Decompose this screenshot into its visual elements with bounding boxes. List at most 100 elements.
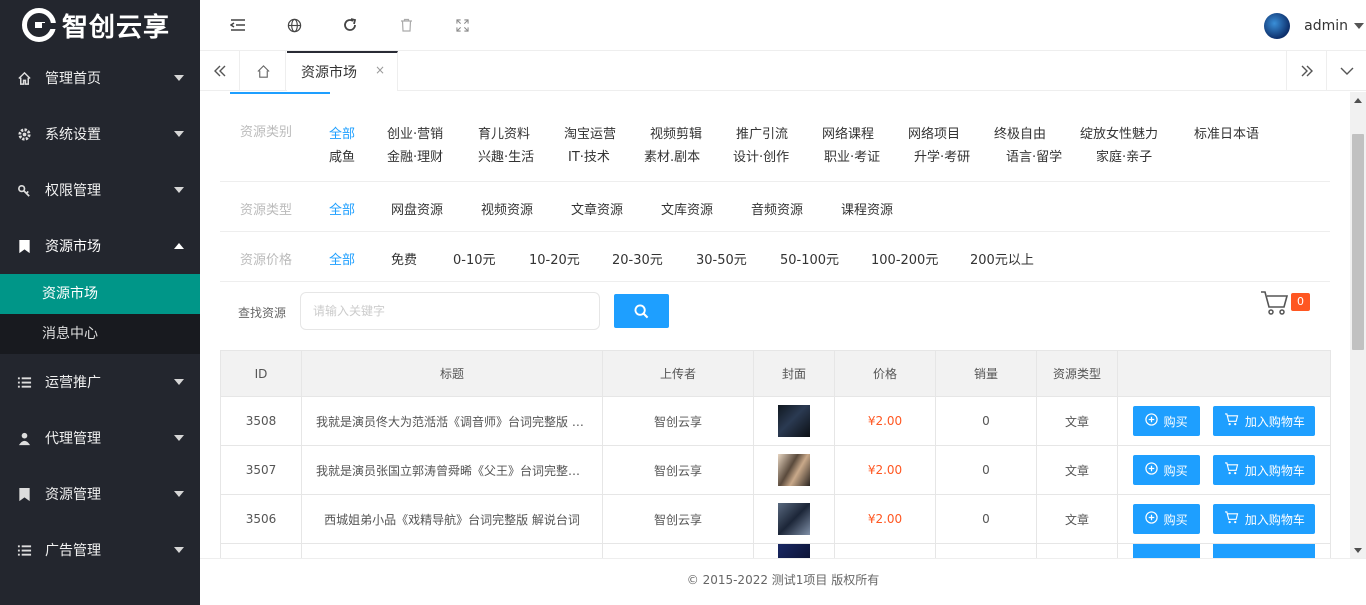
sidebar-item-home[interactable]: 管理首页 xyxy=(0,50,200,106)
type-filter: 资源类型 全部 网盘资源 视频资源 文章资源 文库资源 音频资源 课程资源 xyxy=(220,182,1330,232)
category-option[interactable]: 终极自由 xyxy=(994,123,1046,142)
cell-title[interactable]: 我就是演员佟大为范湉湉《调音师》台词完整版 解说台词 xyxy=(301,396,603,446)
sidebar-item-resource-management[interactable]: 资源管理 xyxy=(0,466,200,522)
add-to-cart-button[interactable]: 加入购物车 xyxy=(1213,504,1316,534)
category-option[interactable]: 标准日本语 xyxy=(1194,123,1259,142)
sidebar-item-permissions[interactable]: 权限管理 xyxy=(0,162,200,218)
type-option[interactable]: 网盘资源 xyxy=(391,199,443,218)
cover-thumbnail[interactable] xyxy=(778,405,810,437)
cover-thumbnail[interactable] xyxy=(778,503,810,535)
category-option[interactable]: 推广引流 xyxy=(736,123,788,142)
sidebar-subitem-resource-market[interactable]: 资源市场 xyxy=(0,274,200,314)
cart-icon[interactable] xyxy=(1260,290,1292,318)
tabs-scroll-left-icon[interactable] xyxy=(200,51,240,91)
refresh-icon[interactable] xyxy=(340,15,360,35)
page-scrollbar[interactable] xyxy=(1350,92,1366,558)
tab-resource-market[interactable]: 资源市场 × xyxy=(287,51,398,91)
cell-id: 3507 xyxy=(220,445,302,495)
sidebar-item-ads[interactable]: 广告管理 xyxy=(0,522,200,578)
sidebar-item-system-settings[interactable]: 系统设置 xyxy=(0,106,200,162)
column-header-type: 资源类型 xyxy=(1036,350,1118,397)
price-option[interactable]: 免费 xyxy=(391,249,417,268)
search-bar: 查找资源 0 xyxy=(220,282,1330,350)
cart-icon xyxy=(1224,462,1239,478)
type-label: 资源类型 xyxy=(240,203,293,218)
price-filter: 资源价格 全部 免费 0-10元 10-20元 20-30元 30-50元 50… xyxy=(220,232,1330,282)
category-option[interactable]: 咸鱼 xyxy=(329,146,355,165)
user-menu[interactable]: admin xyxy=(1264,13,1364,39)
type-option[interactable]: 音频资源 xyxy=(751,199,803,218)
cover-thumbnail[interactable] xyxy=(778,454,810,486)
tabs-scroll-right-icon[interactable] xyxy=(1286,51,1326,91)
sidebar-item-resource-market[interactable]: 资源市场 xyxy=(0,218,200,274)
category-option[interactable]: 视频剪辑 xyxy=(650,123,702,142)
logo[interactable]: 智创云享 xyxy=(0,0,200,50)
category-option[interactable]: 网络课程 xyxy=(822,123,874,142)
close-icon[interactable]: × xyxy=(375,63,385,77)
category-option[interactable]: 绽放女性魅力 xyxy=(1080,123,1158,142)
category-option[interactable]: 育儿资料 xyxy=(478,123,530,142)
category-option[interactable]: 金融·理财 xyxy=(387,146,443,165)
tabs-dropdown-icon[interactable] xyxy=(1326,51,1366,91)
add-to-cart-button[interactable]: 加入购物车 xyxy=(1213,406,1316,436)
buy-button[interactable]: 购买 xyxy=(1132,406,1200,436)
price-option[interactable]: 100-200元 xyxy=(871,249,938,268)
trash-icon[interactable] xyxy=(396,15,416,35)
type-option[interactable]: 文章资源 xyxy=(571,199,623,218)
sidebar: 智创云享 管理首页 系统设置 权限管理 资源市场 资源市场 消息中心 运营推广 … xyxy=(0,0,200,605)
type-option[interactable]: 课程资源 xyxy=(841,199,893,218)
category-option[interactable]: 淘宝运营 xyxy=(564,123,616,142)
category-option[interactable]: 语言·留学 xyxy=(1006,146,1062,165)
price-option[interactable]: 20-30元 xyxy=(612,249,663,268)
add-to-cart-label: 加入购物车 xyxy=(1244,414,1305,429)
price-option[interactable]: 30-50元 xyxy=(696,249,747,268)
add-to-cart-label: 加入购物车 xyxy=(1244,463,1305,478)
price-option[interactable]: 50-100元 xyxy=(780,249,839,268)
home-tab-icon[interactable] xyxy=(242,51,286,91)
sidebar-item-operations[interactable]: 运营推广 xyxy=(0,354,200,410)
cell-price: ¥2.00 xyxy=(834,494,936,544)
cell-title[interactable]: 西城姐弟小品《戏精导航》台词完整版 解说台词 xyxy=(301,494,603,544)
scroll-up-icon[interactable] xyxy=(1350,92,1366,108)
logo-text: 智创云享 xyxy=(62,12,171,43)
category-option[interactable]: 素材.剧本 xyxy=(644,146,700,165)
category-option[interactable]: 网络项目 xyxy=(908,123,960,142)
category-option[interactable]: 全部 xyxy=(329,123,355,142)
category-option[interactable]: 创业·营销 xyxy=(387,123,443,142)
price-option[interactable]: 200元以上 xyxy=(970,249,1034,268)
search-button[interactable] xyxy=(614,294,669,328)
category-option[interactable]: 家庭·亲子 xyxy=(1096,146,1152,165)
price-option[interactable]: 0-10元 xyxy=(453,249,496,268)
cell-title xyxy=(301,543,603,558)
type-option[interactable]: 视频资源 xyxy=(481,199,533,218)
globe-icon[interactable] xyxy=(284,15,304,35)
column-header-sales: 销量 xyxy=(935,350,1037,397)
cell-sales: 0 xyxy=(935,445,1037,495)
type-option[interactable]: 文库资源 xyxy=(661,199,713,218)
scrollbar-thumb[interactable] xyxy=(1352,134,1364,350)
cell-type: 文章 xyxy=(1036,445,1118,495)
category-option[interactable]: 兴趣·生活 xyxy=(478,146,534,165)
menu-collapse-icon[interactable] xyxy=(228,15,248,35)
fullscreen-icon[interactable] xyxy=(452,15,472,35)
category-option[interactable]: 设计·创作 xyxy=(733,146,789,165)
category-option[interactable]: 职业·考证 xyxy=(824,146,880,165)
buy-button[interactable] xyxy=(1132,544,1200,558)
avatar xyxy=(1264,13,1291,39)
category-option[interactable]: 升学·考研 xyxy=(914,146,970,165)
cell-title[interactable]: 我就是演员张国立郭涛曾舜晞《父王》台词完整版 解说台词 xyxy=(301,445,603,495)
search-input[interactable] xyxy=(300,292,600,330)
price-option[interactable]: 全部 xyxy=(329,249,355,268)
add-to-cart-button[interactable] xyxy=(1213,544,1316,558)
sidebar-item-agents[interactable]: 代理管理 xyxy=(0,410,200,466)
scroll-down-icon[interactable] xyxy=(1350,542,1366,558)
cover-thumbnail[interactable] xyxy=(778,544,810,558)
price-option[interactable]: 10-20元 xyxy=(529,249,580,268)
add-to-cart-button[interactable]: 加入购物车 xyxy=(1213,455,1316,485)
buy-button[interactable]: 购买 xyxy=(1132,504,1200,534)
category-option[interactable]: IT·技术 xyxy=(568,146,610,165)
type-option[interactable]: 全部 xyxy=(329,199,355,218)
buy-button[interactable]: 购买 xyxy=(1132,455,1200,485)
copyright-text: © 2015-2022 测试1项目 版权所有 xyxy=(686,573,880,587)
sidebar-subitem-message-center[interactable]: 消息中心 xyxy=(0,314,200,354)
